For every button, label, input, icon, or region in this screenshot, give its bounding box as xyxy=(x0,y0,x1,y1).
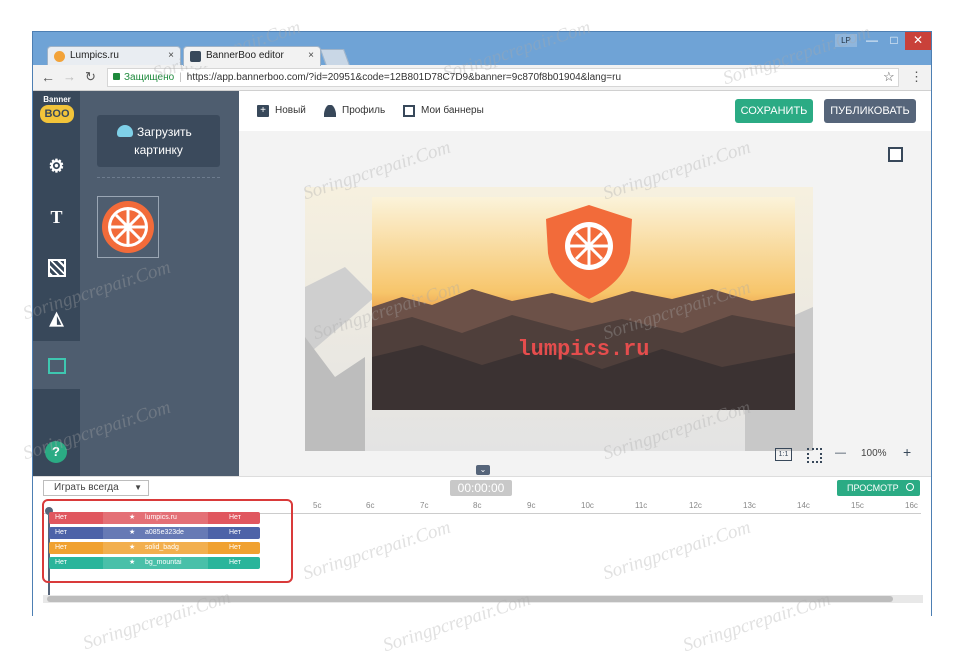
ruler-tick: 11c xyxy=(635,501,648,510)
panel-divider xyxy=(97,177,220,178)
logo-line2: BOO xyxy=(40,105,74,123)
ruler-tick: 9c xyxy=(527,501,536,510)
banners-grid-icon xyxy=(403,105,415,117)
timeline-panel: Играть всегда ▼ 00:00:00 ПРОСМОТР 5c 6c … xyxy=(33,476,931,616)
zoom-out-button[interactable]: — xyxy=(835,447,846,459)
save-button[interactable]: СОХРАНИТЬ xyxy=(735,99,813,123)
upload-label-line2: картинку xyxy=(134,143,183,157)
new-label: Новый xyxy=(275,105,306,116)
tab-title: Lumpics.ru xyxy=(70,50,119,61)
minimize-button[interactable]: — xyxy=(861,32,883,50)
profile-badge[interactable]: LP xyxy=(835,34,857,47)
upload-image-button[interactable]: Загрузить картинку xyxy=(97,115,220,167)
my-banners-button[interactable]: Мои баннеры xyxy=(403,103,484,119)
banner-canvas[interactable]: lumpics.ru xyxy=(372,197,795,410)
settings-gear-icon[interactable]: ⚙ xyxy=(33,142,80,190)
upload-cloud-icon xyxy=(117,125,133,137)
ruler-tick: 8c xyxy=(473,501,482,510)
play-mode-dropdown[interactable]: Играть всегда ▼ xyxy=(43,480,149,496)
ruler-tick: 5c xyxy=(313,501,322,510)
help-icon[interactable]: ? xyxy=(45,441,67,463)
timeline-scrollbar[interactable] xyxy=(43,595,923,603)
background-pattern-icon[interactable] xyxy=(33,243,80,291)
fit-screen-icon[interactable] xyxy=(888,147,903,162)
scrollbar-thumb[interactable] xyxy=(47,596,893,602)
zoom-level: 100% xyxy=(861,448,887,459)
tab-lumpics[interactable]: Lumpics.ru × xyxy=(47,46,181,66)
uploaded-image-thumbnail[interactable] xyxy=(97,196,159,258)
upload-label-line1: Загрузить xyxy=(137,125,192,139)
annotation-highlight-box xyxy=(42,499,293,583)
bookmark-star-icon[interactable]: ☆ xyxy=(883,69,895,85)
tab-close-icon[interactable]: × xyxy=(308,47,314,65)
secure-label: Защищено xyxy=(124,72,175,83)
lock-icon xyxy=(113,73,120,80)
address-bar[interactable]: Защищено | https://app.bannerboo.com/?id=2… xyxy=(107,68,899,87)
bannerboo-logo: Banner BOO xyxy=(36,95,78,129)
user-icon xyxy=(324,105,336,117)
ruler-tick: 15c xyxy=(851,501,864,510)
tab-title: BannerBoo editor xyxy=(206,50,284,61)
play-mode-value: Играть всегда xyxy=(54,482,119,493)
publish-button[interactable]: ПУБЛИКОВАТЬ xyxy=(824,99,916,123)
preview-button[interactable]: ПРОСМОТР xyxy=(837,480,920,496)
timeline-timer: 00:00:00 xyxy=(450,480,512,496)
new-tab-button[interactable] xyxy=(319,49,351,66)
back-arrow-icon[interactable]: ← xyxy=(41,69,57,85)
plus-icon: + xyxy=(257,105,269,117)
reload-icon[interactable]: ↻ xyxy=(85,69,101,85)
preview-label: ПРОСМОТР xyxy=(847,483,899,493)
browser-window: Lumpics.ru × BannerBoo editor × LP — □ ✕… xyxy=(32,31,932,616)
tool-sidebar: Banner BOO ⚙ T ◭ ? xyxy=(33,91,80,476)
url-text: https://app.bannerboo.com/?id=20951&code… xyxy=(186,72,622,83)
close-window-button[interactable]: ✕ xyxy=(905,32,931,50)
ruler-tick: 16c xyxy=(905,501,918,510)
lumpics-favicon-icon xyxy=(54,51,65,62)
image-tool-icon[interactable] xyxy=(33,341,80,389)
orange-slice-icon xyxy=(102,201,154,253)
ruler-tick: 6c xyxy=(366,501,375,510)
dropdown-arrow-icon: ▼ xyxy=(134,483,142,492)
tab-close-icon[interactable]: × xyxy=(168,47,174,65)
profile-button[interactable]: Профиль xyxy=(324,103,385,119)
actual-size-button[interactable]: 1:1 xyxy=(775,448,792,461)
new-banner-button[interactable]: + Новый xyxy=(257,103,306,119)
menu-dots-icon[interactable]: ⋮ xyxy=(910,69,923,85)
tab-bannerboo[interactable]: BannerBoo editor × xyxy=(183,46,321,66)
my-banners-label: Мои баннеры xyxy=(421,105,484,116)
text-tool-icon[interactable]: T xyxy=(33,193,80,241)
bannerboo-app: Banner BOO ⚙ T ◭ ? Загрузить картинку + … xyxy=(33,91,931,616)
forward-arrow-icon[interactable]: → xyxy=(63,69,79,85)
fullscreen-icon[interactable] xyxy=(807,448,822,463)
banner-text[interactable]: lumpics.ru xyxy=(372,337,795,362)
browser-titlebar: Lumpics.ru × BannerBoo editor × LP — □ ✕ xyxy=(33,32,931,66)
ruler-tick: 12c xyxy=(689,501,702,510)
orange-shield-badge xyxy=(546,205,632,299)
ruler-tick: 10c xyxy=(581,501,594,510)
play-circle-icon xyxy=(906,483,914,491)
bannerboo-favicon-icon xyxy=(190,51,201,62)
browser-toolbar: ← → ↻ Защищено | https://app.bannerboo.com… xyxy=(33,65,931,91)
maximize-button[interactable]: □ xyxy=(883,32,905,50)
images-panel: Загрузить картинку xyxy=(80,91,239,476)
ruler-tick: 7c xyxy=(420,501,429,510)
zoom-in-button[interactable]: + xyxy=(903,444,911,460)
ruler-tick: 13c xyxy=(743,501,756,510)
collapse-timeline-chevron-icon[interactable]: ⌄ xyxy=(476,465,490,475)
ruler-tick: 14c xyxy=(797,501,810,510)
profile-label: Профиль xyxy=(342,105,386,116)
editor-topbar: + Новый Профиль Мои баннеры СОХРАНИТЬ ПУ… xyxy=(239,91,931,131)
logo-line1: Banner xyxy=(43,95,71,104)
shapes-tool-icon[interactable]: ◭ xyxy=(33,294,80,342)
